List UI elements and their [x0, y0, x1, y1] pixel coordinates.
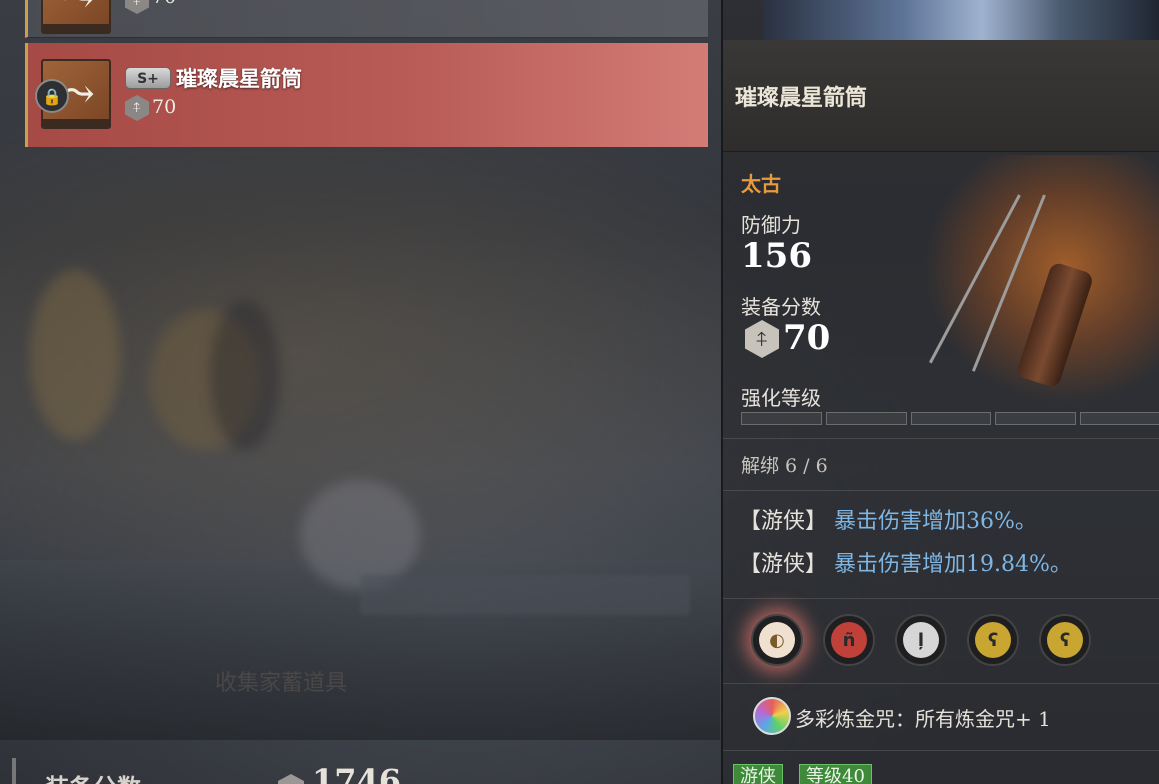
alchemy-bonus-text: 多彩炼金咒：所有炼金咒+ 1 — [795, 707, 1051, 731]
rainbow-gem-icon: ◐ — [759, 622, 795, 658]
rainbow-gem-icon[interactable]: ◐ — [751, 614, 803, 666]
score-value: 70 — [783, 318, 831, 358]
enhance-label: 强化等级 — [741, 386, 821, 410]
item-score: 70 — [152, 96, 177, 118]
quiver-item-icon: ⤳ — [41, 0, 111, 34]
equipment-score-icon — [278, 774, 304, 784]
rarity-label: 太古 — [741, 172, 781, 196]
item-list-row[interactable]: ⤳ ⍏ 70 — [25, 0, 708, 38]
background-figure — [210, 300, 280, 450]
footer-accent — [12, 758, 16, 784]
background-shield — [300, 480, 420, 590]
gold-rune-icon: ʕ — [1047, 622, 1083, 658]
enhance-level-bar — [741, 412, 1159, 426]
gold-rune-icon[interactable]: ʕ — [1039, 614, 1091, 666]
effect-class: 【游侠】 — [739, 509, 828, 534]
effect-line: 【游侠】 暴击伤害增加19.84%。 — [739, 546, 1072, 578]
class-tag: 游侠 — [733, 764, 783, 784]
defense-label: 防御力 — [741, 213, 801, 237]
enhance-segment — [995, 412, 1077, 425]
background-ledge — [360, 575, 690, 615]
background-text: 收集家蓄道具 — [215, 671, 348, 696]
lock-icon[interactable]: 🔒 — [35, 79, 69, 113]
gold-rune-icon[interactable]: ʕ — [967, 614, 1019, 666]
rainbow-alchemy-icon — [753, 697, 791, 735]
unbind-count: 解绑 6 / 6 — [741, 455, 828, 477]
detail-title: 璀璨晨星箭筒 — [735, 85, 868, 111]
enhance-segment — [741, 412, 822, 425]
quiver-icon: ⤳ — [53, 0, 103, 24]
enhance-segment — [1080, 412, 1159, 425]
detail-header: 璀璨晨星箭筒 — [723, 40, 1159, 152]
red-rune-icon: ñ — [831, 622, 867, 658]
white-rune-icon: ļ — [903, 622, 939, 658]
effect-text: 暴击伤害增加36%。 — [834, 509, 1037, 534]
background-shield — [30, 270, 120, 440]
item-score: 70 — [152, 0, 176, 8]
score-label: 装备分数 — [741, 295, 821, 319]
effect-line: 【游侠】 暴击伤害增加36%。 — [739, 503, 1037, 535]
footer-score-label: 装备分数 — [45, 768, 141, 784]
defense-value: 156 — [741, 236, 812, 276]
equipment-score-icon: ⍏ — [745, 320, 779, 358]
white-rune-icon[interactable]: ļ — [895, 614, 947, 666]
enhance-segment — [910, 412, 992, 425]
level-tag: 等级40 — [799, 764, 872, 784]
gold-rune-icon: ʕ — [975, 622, 1011, 658]
red-rune-icon[interactable]: ñ — [823, 614, 875, 666]
equipment-score-icon: ⍏ — [125, 0, 149, 14]
item-list-row-selected[interactable]: ⤳ 🔒 S+ 璀璨晨星箭筒 ⍏ 70 — [25, 43, 708, 147]
grade-badge: S+ — [125, 67, 171, 89]
background-floor — [0, 560, 720, 740]
quiver-artwork — [923, 155, 1159, 405]
equipment-score-icon: ⍏ — [125, 95, 149, 121]
effect-text: 暴击伤害增加19.84%。 — [834, 552, 1072, 577]
item-name: 璀璨晨星箭筒 — [176, 66, 302, 91]
background-shield — [150, 310, 260, 450]
quiver-image — [1015, 261, 1095, 389]
footer-score-value: 1746 — [312, 762, 402, 784]
enhance-segment — [825, 412, 907, 425]
item-detail-panel: 璀璨晨星箭筒 太古 防御力 156 装备分数 ⍏ 70 强化等级 解绑 6 / … — [721, 0, 1159, 784]
scene-preview-image — [763, 0, 1159, 40]
effect-class: 【游侠】 — [739, 552, 828, 577]
